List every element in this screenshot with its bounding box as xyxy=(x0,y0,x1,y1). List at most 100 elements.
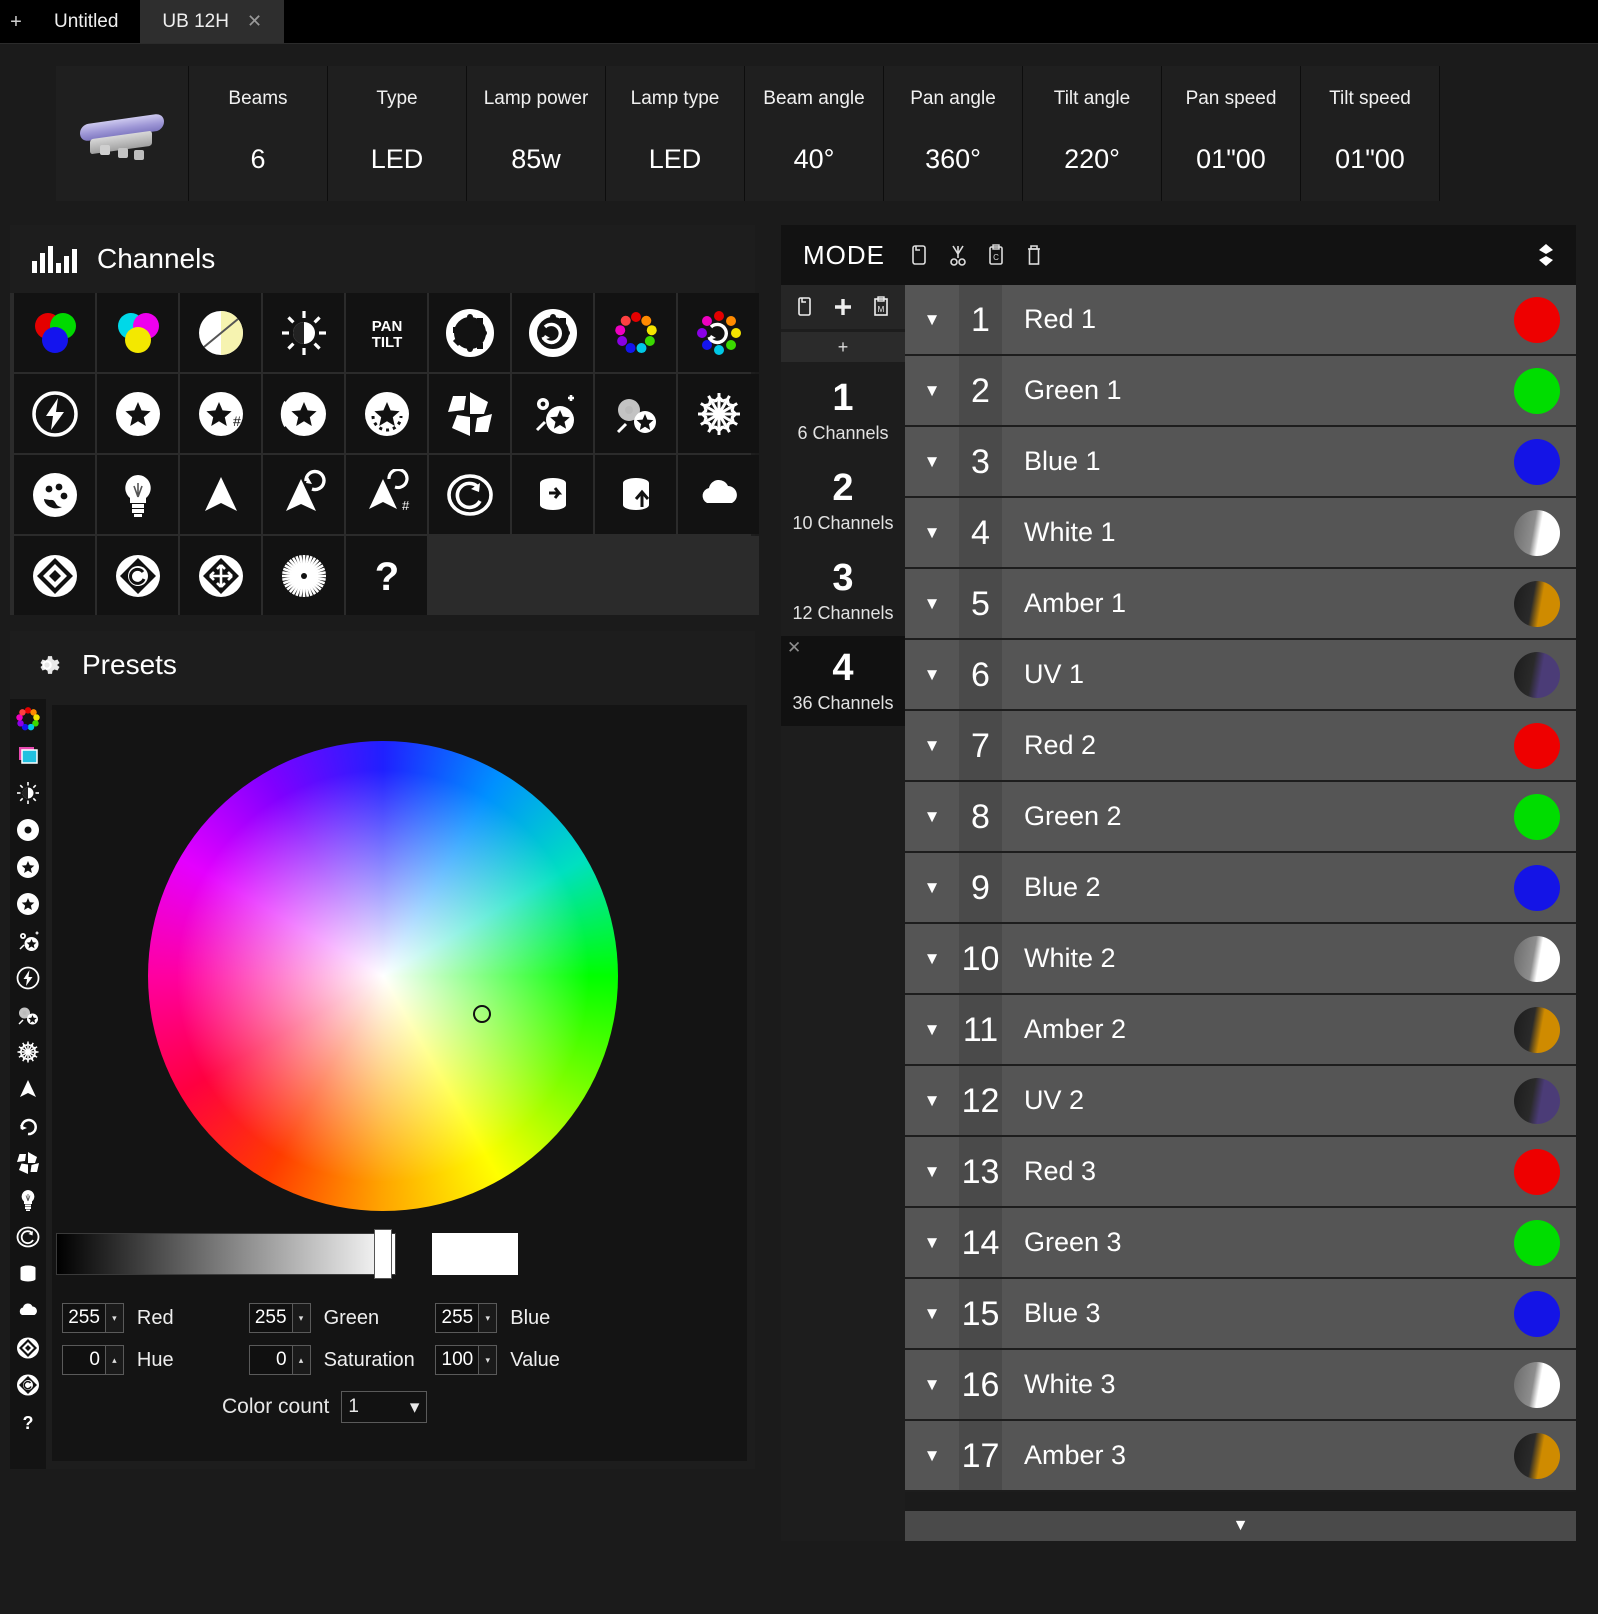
preset-strip-gobo-rotate[interactable] xyxy=(12,888,44,920)
chevron-up-icon[interactable]: ▴ xyxy=(104,1346,123,1374)
chevron-down-icon[interactable]: ▾ xyxy=(291,1304,310,1332)
paste-icon[interactable]: C xyxy=(985,242,1007,268)
expand-caret-icon[interactable]: ▼ xyxy=(905,1304,959,1324)
mode-item-4[interactable]: ✕ 4 36 Channels xyxy=(781,636,905,726)
preset-strip-rotate[interactable] xyxy=(12,1110,44,1142)
channel-icon-beam[interactable] xyxy=(263,536,344,615)
table-row[interactable]: ▼ 5 Amber 1 xyxy=(905,569,1576,640)
expand-caret-icon[interactable]: ▼ xyxy=(905,1233,959,1253)
channel-icon-rgb[interactable] xyxy=(14,293,95,372)
channel-icon-gobo-wheel[interactable] xyxy=(429,293,510,372)
channel-icon-lamp[interactable] xyxy=(97,455,178,534)
table-row[interactable]: ▼ 6 UV 1 xyxy=(905,640,1576,711)
expand-caret-icon[interactable]: ▼ xyxy=(905,452,959,472)
link-icon[interactable] xyxy=(1532,240,1560,270)
channel-color-swatch[interactable] xyxy=(1514,296,1560,343)
value-slider-knob[interactable] xyxy=(374,1229,392,1279)
preset-strip-dimmer[interactable] xyxy=(12,777,44,809)
chevron-down-icon[interactable]: ▾ xyxy=(410,1396,420,1419)
channel-color-swatch[interactable] xyxy=(1514,864,1560,911)
channel-icon-gobo-star-shake[interactable] xyxy=(263,374,344,453)
channel-icon-gobo-star-index[interactable]: # xyxy=(180,374,261,453)
mode-item-3[interactable]: 3 12 Channels xyxy=(781,546,905,636)
preset-strip-gobo-star[interactable] xyxy=(12,851,44,883)
color-wheel-cursor[interactable] xyxy=(473,1005,491,1023)
preset-strip-fog[interactable] xyxy=(12,1295,44,1327)
channel-color-swatch[interactable] xyxy=(1514,1077,1560,1124)
close-icon[interactable]: ✕ xyxy=(787,638,801,658)
channel-icon-frost[interactable] xyxy=(595,374,676,453)
green-field[interactable]: 255 ▾ xyxy=(248,1303,311,1333)
channel-color-swatch[interactable] xyxy=(1514,509,1560,556)
preset-strip-prism[interactable] xyxy=(12,925,44,957)
channel-icon-prism[interactable] xyxy=(512,374,593,453)
channel-icon-gobo-wheel-rotate[interactable] xyxy=(512,293,593,372)
channel-icon-blade[interactable] xyxy=(14,536,95,615)
preset-strip-color-wheel[interactable] xyxy=(12,703,44,735)
channel-color-swatch[interactable] xyxy=(1514,1219,1560,1266)
channel-icon-prism3-rotate[interactable] xyxy=(263,455,344,534)
expand-caret-icon[interactable]: ▼ xyxy=(905,381,959,401)
expand-caret-icon[interactable]: ▼ xyxy=(905,1020,959,1040)
channel-icon-blade-move[interactable] xyxy=(180,536,261,615)
table-row[interactable]: ▼ 16 White 3 xyxy=(905,1350,1576,1421)
table-row[interactable]: ▼ 15 Blue 3 xyxy=(905,1279,1576,1350)
chevron-down-icon[interactable]: ▾ xyxy=(104,1304,123,1332)
channel-icon-gobo-star[interactable] xyxy=(97,374,178,453)
channel-color-swatch[interactable] xyxy=(1514,722,1560,769)
table-row[interactable]: ▼ 2 Green 1 xyxy=(905,356,1576,427)
channel-icon-fog[interactable] xyxy=(678,455,759,534)
expand-caret-icon[interactable]: ▼ xyxy=(905,1375,959,1395)
add-icon[interactable] xyxy=(832,295,854,319)
expand-caret-icon[interactable]: ▼ xyxy=(905,594,959,614)
hue-field[interactable]: 0 ▴ xyxy=(62,1345,124,1375)
chevron-up-icon[interactable]: ▴ xyxy=(291,1346,310,1374)
value-slider[interactable] xyxy=(56,1233,396,1275)
channel-icon-color-wheel[interactable] xyxy=(595,293,676,372)
channel-icon-prism3-index[interactable]: # xyxy=(346,455,427,534)
table-row[interactable]: ▼ 13 Red 3 xyxy=(905,1137,1576,1208)
red-field[interactable]: 255 ▾ xyxy=(62,1303,124,1333)
color-wheel[interactable] xyxy=(148,741,618,1211)
expand-caret-icon[interactable]: ▼ xyxy=(905,878,959,898)
expand-caret-icon[interactable]: ▼ xyxy=(905,1091,959,1111)
tab-ub-12h[interactable]: UB 12H ✕ xyxy=(140,0,285,43)
channel-icon-color-wheel-half[interactable] xyxy=(180,293,261,372)
table-row[interactable]: ▼ 11 Amber 2 xyxy=(905,995,1576,1066)
expand-caret-icon[interactable]: ▼ xyxy=(905,1162,959,1182)
channel-icon-blade-rotate[interactable] xyxy=(97,536,178,615)
preset-strip-prism3[interactable] xyxy=(12,1073,44,1105)
preset-strip-focus[interactable] xyxy=(12,1221,44,1253)
table-row[interactable]: ▼ 7 Red 2 xyxy=(905,711,1576,782)
preset-strip-help[interactable]: ? xyxy=(12,1406,44,1438)
selected-color-swatch[interactable] xyxy=(432,1233,518,1275)
copy-icon[interactable] xyxy=(794,295,816,319)
save-icon[interactable]: M xyxy=(870,295,892,319)
expand-caret-icon[interactable]: ▼ xyxy=(905,523,959,543)
expand-caret-icon[interactable]: ▼ xyxy=(905,310,959,330)
channel-color-swatch[interactable] xyxy=(1514,580,1560,627)
channel-icon-dimmer[interactable] xyxy=(263,293,344,372)
saturation-field[interactable]: 0 ▴ xyxy=(248,1345,311,1375)
preset-strip-blade-rotate[interactable] xyxy=(12,1369,44,1401)
channel-color-swatch[interactable] xyxy=(1514,438,1560,485)
preset-strip-iris[interactable] xyxy=(12,1147,44,1179)
channel-color-swatch[interactable] xyxy=(1514,793,1560,840)
expand-caret-icon[interactable]: ▼ xyxy=(905,1446,959,1466)
table-row[interactable]: ▼ 8 Green 2 xyxy=(905,782,1576,853)
channel-color-swatch[interactable] xyxy=(1514,1006,1560,1053)
preset-strip-snowflake[interactable] xyxy=(12,1036,44,1068)
channel-color-swatch[interactable] xyxy=(1514,935,1560,982)
preset-strip-blade[interactable] xyxy=(12,1332,44,1364)
mode-item-1[interactable]: 1 6 Channels xyxy=(781,366,905,456)
chevron-down-icon[interactable]: ▾ xyxy=(478,1304,497,1332)
preset-strip-frost[interactable] xyxy=(12,999,44,1031)
expand-caret-icon[interactable]: ▼ xyxy=(905,949,959,969)
channel-color-swatch[interactable] xyxy=(1514,1290,1560,1337)
table-row[interactable]: ▼ 17 Amber 3 xyxy=(905,1421,1576,1492)
cut-icon[interactable] xyxy=(947,242,969,268)
trash-icon[interactable] xyxy=(1023,242,1045,268)
table-row[interactable]: ▼ 1 Red 1 xyxy=(905,285,1576,356)
expand-caret-icon[interactable]: ▼ xyxy=(905,736,959,756)
mode-item-2[interactable]: 2 10 Channels xyxy=(781,456,905,546)
